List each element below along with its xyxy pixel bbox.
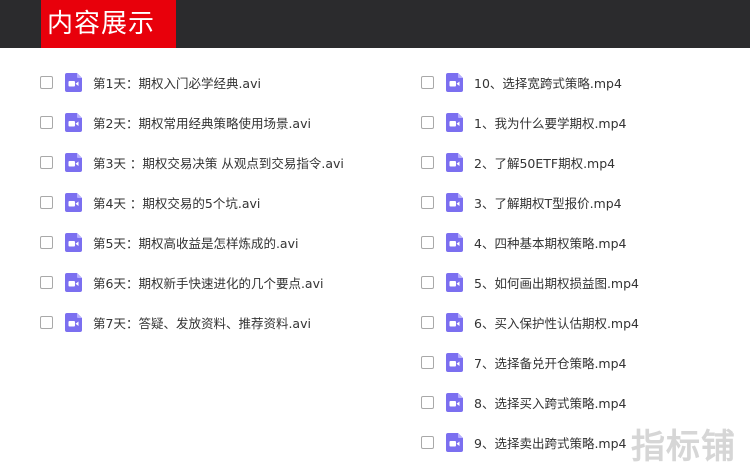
video-file-icon <box>446 312 463 332</box>
file-row[interactable]: 1、我为什么要学期权.mp4 <box>421 102 741 142</box>
video-file-icon <box>446 192 463 212</box>
file-checkbox[interactable] <box>421 275 434 289</box>
file-checkbox[interactable] <box>421 235 434 249</box>
file-checkbox[interactable] <box>421 395 434 409</box>
page-title: 内容展示 <box>41 0 176 48</box>
file-name[interactable]: 8、选择买入跨式策略.mp4 <box>474 393 627 412</box>
file-name[interactable]: 10、选择宽跨式策略.mp4 <box>474 73 622 92</box>
file-row[interactable]: 4、四种基本期权策略.mp4 <box>421 222 741 262</box>
video-file-icon <box>446 152 463 172</box>
file-row[interactable]: 第5天：期权高收益是怎样炼成的.avi <box>40 222 400 262</box>
file-checkbox[interactable] <box>40 315 53 329</box>
file-row[interactable]: 10、选择宽跨式策略.mp4 <box>421 62 741 102</box>
video-file-icon <box>446 432 463 452</box>
file-name[interactable]: 5、如何画出期权损益图.mp4 <box>474 273 639 292</box>
file-name[interactable]: 第6天：期权新手快速进化的几个要点.avi <box>93 273 323 292</box>
file-row[interactable]: 第4天 ：期权交易的5个坑.avi <box>40 182 400 222</box>
video-file-icon <box>446 352 463 372</box>
video-file-icon <box>446 232 463 252</box>
top-bar: 内容展示 <box>0 0 750 48</box>
file-checkbox[interactable] <box>40 115 53 129</box>
file-checkbox[interactable] <box>40 195 53 209</box>
file-checkbox[interactable] <box>40 275 53 289</box>
file-row[interactable]: 第1天：期权入门必学经典.avi <box>40 62 400 102</box>
left-file-list: 第1天：期权入门必学经典.avi 第2天：期权常用经典策略使用场景.avi 第3… <box>40 62 400 342</box>
file-checkbox[interactable] <box>421 435 434 449</box>
file-checkbox[interactable] <box>40 75 53 89</box>
video-file-icon <box>446 112 463 132</box>
file-row[interactable]: 8、选择买入跨式策略.mp4 <box>421 382 741 422</box>
file-checkbox[interactable] <box>421 155 434 169</box>
video-file-icon <box>446 72 463 92</box>
right-file-list: 10、选择宽跨式策略.mp4 1、我为什么要学期权.mp4 2、了解50ETF期… <box>421 62 741 462</box>
file-name[interactable]: 第1天：期权入门必学经典.avi <box>93 73 261 92</box>
file-row[interactable]: 第6天：期权新手快速进化的几个要点.avi <box>40 262 400 302</box>
file-row[interactable]: 第2天：期权常用经典策略使用场景.avi <box>40 102 400 142</box>
file-checkbox[interactable] <box>40 235 53 249</box>
file-name[interactable]: 3、了解期权T型报价.mp4 <box>474 193 622 212</box>
file-name[interactable]: 9、选择卖出跨式策略.mp4 <box>474 433 627 452</box>
video-file-icon <box>65 152 82 172</box>
video-file-icon <box>65 312 82 332</box>
file-checkbox[interactable] <box>421 115 434 129</box>
file-checkbox[interactable] <box>40 155 53 169</box>
file-name[interactable]: 2、了解50ETF期权.mp4 <box>474 153 615 172</box>
file-name[interactable]: 6、买入保护性认估期权.mp4 <box>474 313 639 332</box>
video-file-icon <box>446 272 463 292</box>
file-name[interactable]: 第7天：答疑、发放资料、推荐资料.avi <box>93 313 311 332</box>
video-file-icon <box>65 272 82 292</box>
file-name[interactable]: 7、选择备兑开仓策略.mp4 <box>474 353 627 372</box>
video-file-icon <box>65 232 82 252</box>
file-name[interactable]: 第2天：期权常用经典策略使用场景.avi <box>93 113 311 132</box>
file-checkbox[interactable] <box>421 195 434 209</box>
file-name[interactable]: 第5天：期权高收益是怎样炼成的.avi <box>93 233 298 252</box>
file-name[interactable]: 1、我为什么要学期权.mp4 <box>474 113 627 132</box>
video-file-icon <box>65 72 82 92</box>
file-name[interactable]: 第3天 ：期权交易决策 从观点到交易指令.avi <box>93 153 344 172</box>
video-file-icon <box>446 392 463 412</box>
file-row[interactable]: 6、买入保护性认估期权.mp4 <box>421 302 741 342</box>
video-file-icon <box>65 112 82 132</box>
video-file-icon <box>65 192 82 212</box>
file-checkbox[interactable] <box>421 355 434 369</box>
file-name[interactable]: 4、四种基本期权策略.mp4 <box>474 233 627 252</box>
file-row[interactable]: 7、选择备兑开仓策略.mp4 <box>421 342 741 382</box>
file-row[interactable]: 第3天 ：期权交易决策 从观点到交易指令.avi <box>40 142 400 182</box>
file-row[interactable]: 2、了解50ETF期权.mp4 <box>421 142 741 182</box>
file-row[interactable]: 5、如何画出期权损益图.mp4 <box>421 262 741 302</box>
file-checkbox[interactable] <box>421 315 434 329</box>
file-row[interactable]: 第7天：答疑、发放资料、推荐资料.avi <box>40 302 400 342</box>
file-row[interactable]: 3、了解期权T型报价.mp4 <box>421 182 741 222</box>
file-checkbox[interactable] <box>421 75 434 89</box>
file-name[interactable]: 第4天 ：期权交易的5个坑.avi <box>93 193 260 212</box>
watermark-logo: 指标铺 <box>631 427 736 467</box>
